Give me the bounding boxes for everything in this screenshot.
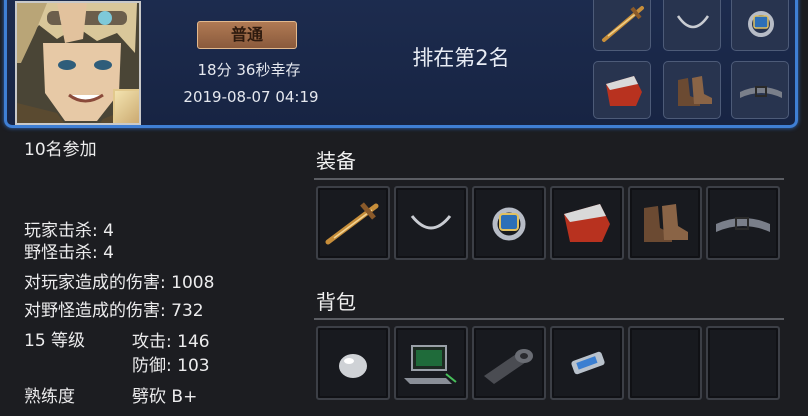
rank-badge-icon (113, 89, 139, 123)
result-banner: 普通 18分 36秒幸存 2019-08-07 04:19 排在第2名 (4, 0, 798, 128)
damage-to-monsters: 对野怪造成的伤害: 732 (24, 301, 204, 321)
survival-time: 18分 36秒幸存 (197, 61, 301, 79)
equipment-divider (314, 178, 784, 180)
backpack-slot-4[interactable] (550, 326, 624, 400)
final-rank: 排在第2名 (412, 46, 510, 70)
ring-icon (492, 207, 526, 241)
defense-stat: 防御: 103 (132, 356, 210, 376)
backpack-slot-6[interactable] (706, 326, 780, 400)
belt-icon (716, 217, 770, 232)
top-slot-belt[interactable] (731, 61, 789, 119)
equipment-slot-weapon[interactable] (316, 186, 390, 260)
laptop-icon (404, 345, 457, 384)
equipment-title: 装备 (316, 149, 356, 173)
boots-icon (644, 204, 688, 242)
belt-icon (740, 86, 782, 98)
backpack-slot-1[interactable] (316, 326, 390, 400)
equipment-slot-belt[interactable] (706, 186, 780, 260)
orb-icon (339, 354, 367, 378)
proficiency-value: 劈砍 B+ (132, 387, 198, 407)
necklace-icon (676, 15, 710, 29)
attack-stat: 攻击: 146 (132, 332, 210, 352)
match-datetime: 2019-08-07 04:19 (183, 88, 319, 106)
proficiency-label: 熟练度 (24, 387, 75, 407)
top-slot-armor[interactable] (593, 61, 651, 119)
backpack-divider (314, 318, 784, 320)
ring-icon (748, 11, 774, 37)
equipment-slot-necklace[interactable] (394, 186, 468, 260)
backpack-title: 背包 (316, 290, 356, 314)
backpack-slot-3[interactable] (472, 326, 546, 400)
device-icon (571, 351, 605, 375)
top-slot-weapon[interactable] (593, 0, 651, 51)
sword-icon (325, 202, 379, 245)
mode-tag: 普通 (197, 21, 297, 49)
equipment-slot-boots[interactable] (628, 186, 702, 260)
armor-icon (564, 204, 610, 242)
equipment-slot-armor[interactable] (550, 186, 624, 260)
top-slot-boots[interactable] (663, 61, 721, 119)
equipment-slot-ring[interactable] (472, 186, 546, 260)
sword-icon (602, 6, 644, 42)
character-portrait[interactable] (15, 1, 141, 125)
boots-icon (678, 76, 712, 106)
necklace-icon (410, 215, 452, 230)
top-slot-ring[interactable] (731, 0, 789, 51)
damage-to-players: 对玩家造成的伤害: 1008 (24, 273, 215, 293)
tape-roll-icon (484, 349, 533, 384)
monster-kills: 野怪击杀: 4 (24, 243, 114, 263)
participants-count: 10名参加 (24, 140, 97, 160)
character-level: 15 等级 (24, 331, 86, 351)
armor-icon (606, 76, 642, 106)
backpack-slot-2[interactable] (394, 326, 468, 400)
backpack-slot-5[interactable] (628, 326, 702, 400)
top-slot-necklace[interactable] (663, 0, 721, 51)
